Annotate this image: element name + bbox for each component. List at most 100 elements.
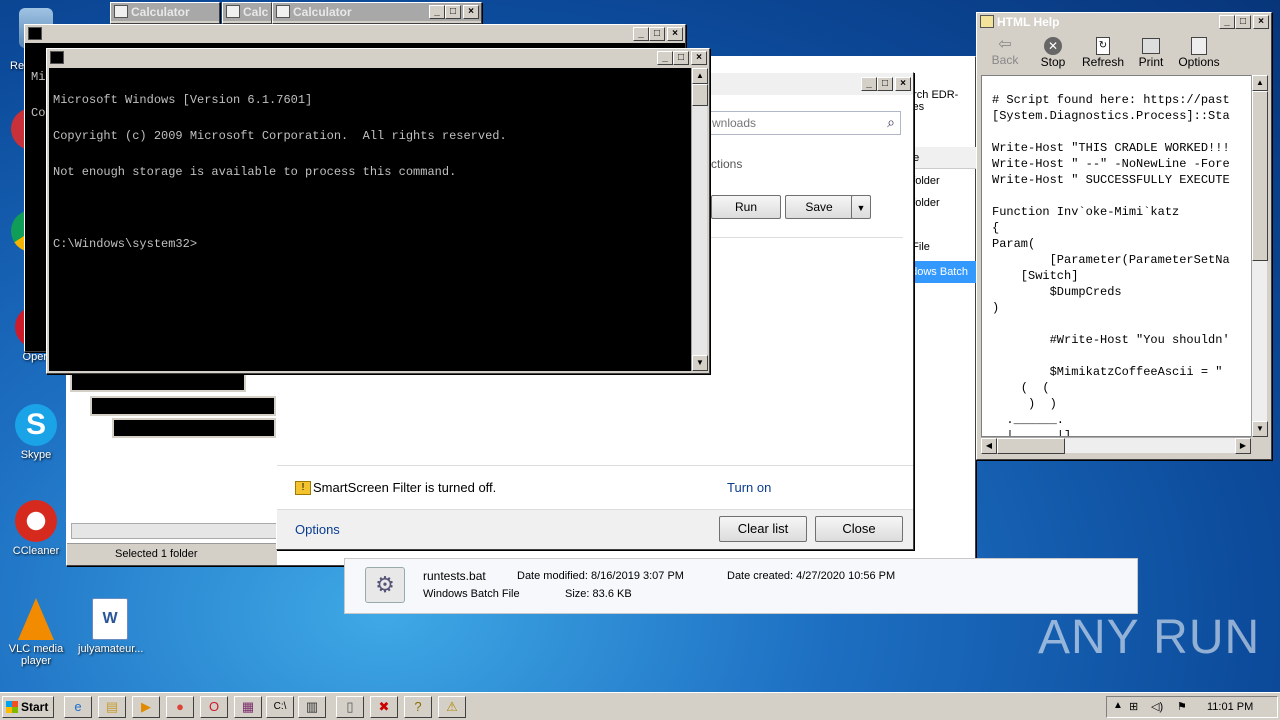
calculator-titlebar[interactable]: Calc [223,3,271,21]
close-dialog-button[interactable]: Close [815,516,903,542]
options-link[interactable]: Options [295,522,340,537]
run-button[interactable]: Run [711,195,781,219]
code-line: ( ( [992,381,1050,395]
start-button[interactable]: Start [2,696,54,718]
console-remnant [90,396,276,416]
console-remnant [70,372,246,392]
maximize-button[interactable]: □ [673,51,689,65]
ccleaner-icon [15,500,57,542]
calculator-window-1[interactable]: Calculator [110,2,220,24]
maximize-button[interactable]: □ [649,27,665,41]
network-icon[interactable]: ⊞ [1129,700,1138,713]
winrar-icon[interactable]: ▦ [234,696,262,718]
code-line: $DumpCreds [992,285,1122,299]
options-button[interactable]: Options [1177,37,1221,69]
code-line: Function Inv`oke-Mimi`katz [992,205,1180,219]
back-arrow-icon: ⇦ [998,36,1012,53]
close-button[interactable]: × [463,5,479,19]
desktop-icon-skype[interactable]: S Skype [4,404,68,461]
scroll-up-button[interactable]: ▲ [692,68,708,84]
turn-on-link[interactable]: Turn on [727,480,771,495]
minimize-button[interactable]: _ [1219,15,1235,29]
opera-icon[interactable]: O [200,696,228,718]
code-line: .______. [992,413,1065,427]
calculator-window-2[interactable]: Calc [222,2,272,24]
chevron-down-icon: ▼ [856,203,866,213]
console-icon [50,51,64,64]
scroll-down-button[interactable]: ▼ [1252,421,1268,437]
close-button[interactable]: × [1253,15,1269,29]
divider [707,237,903,238]
scroll-right-button[interactable]: ▶ [1235,438,1251,454]
explorer-column-header[interactable]: pe [903,147,977,169]
code-line: # Script found here: https://past [992,93,1230,107]
calculator-titlebar[interactable]: Calculator [111,3,219,21]
cmd-titlebar-back[interactable]: _ □ × [25,25,685,43]
minimize-button[interactable]: _ [657,51,673,65]
calculator-icon[interactable]: ▥ [298,696,326,718]
calculator-icon [226,5,240,18]
error-icon[interactable]: ✖ [370,696,398,718]
scroll-thumb[interactable] [997,438,1065,454]
cmd-window[interactable]: _ □ × Microsoft Windows [Version 6.1.760… [46,48,710,374]
maximize-button[interactable]: □ [445,5,461,19]
save-button[interactable]: Save [785,195,853,219]
desktop-icon-ccleaner[interactable]: CCleaner [4,500,68,557]
scroll-thumb[interactable] [1252,91,1268,261]
word-document-icon: W [92,598,128,640]
code-line: ) [992,301,1000,315]
desktop-icon-vlc[interactable]: VLC media player [4,598,68,667]
clock[interactable]: 11:01 PM [1207,701,1253,713]
explorer-icon[interactable]: ▤ [98,696,126,718]
scroll-down-button[interactable]: ▼ [692,355,708,371]
maximize-button[interactable]: □ [877,77,893,91]
media-player-icon[interactable]: ▶ [132,696,160,718]
volume-icon[interactable]: ◁) [1151,700,1163,713]
close-button[interactable]: × [895,77,911,91]
show-hidden-icons-icon[interactable]: ▲ [1113,700,1123,711]
close-button[interactable]: × [667,27,683,41]
html-help-titlebar[interactable]: HTML Help _ □ × [977,13,1271,31]
html-help-vscrollbar[interactable]: ▲ ▼ [1251,75,1268,437]
html-help-content[interactable]: # Script found here: https://past [System… [981,75,1253,437]
minimize-button[interactable]: _ [861,77,877,91]
print-button[interactable]: Print [1133,37,1169,69]
cmd-titlebar[interactable]: _ □ × [47,49,709,67]
save-dropdown-button[interactable]: ▼ [851,195,871,219]
cmd-output[interactable]: Microsoft Windows [Version 6.1.7601] Cop… [49,68,691,371]
document-icon[interactable]: ▯ [336,696,364,718]
cmd-icon[interactable]: C:\ [266,696,294,718]
script-source-text: # Script found here: https://past [System… [982,76,1252,436]
scroll-up-button[interactable]: ▲ [1252,75,1268,91]
clear-list-button[interactable]: Clear list [719,516,807,542]
vlc-icon [18,598,54,640]
stop-button[interactable]: ✕ Stop [1033,37,1073,69]
cmd-scrollbar[interactable]: ▲ ▼ [691,68,708,371]
html-help-window[interactable]: HTML Help _ □ × ⇦ Back ✕ Stop ↻ Refresh … [976,12,1272,460]
chrome-icon[interactable]: ● [166,696,194,718]
explorer-row-selected[interactable]: ndows Batch [903,261,977,283]
close-button[interactable]: × [691,51,707,65]
skype-icon: S [15,404,57,446]
desktop-icon-word-doc[interactable]: W julyamateur... [78,598,143,655]
help-icon[interactable]: ? [404,696,432,718]
scroll-left-button[interactable]: ◀ [981,438,997,454]
ie-icon[interactable]: e [64,696,92,718]
refresh-button[interactable]: ↻ Refresh [1081,37,1125,69]
minimize-button[interactable]: _ [429,5,445,19]
taskbar: Start e ▤ ▶ ● O ▦ C:\ ▥ ▯ ✖ ? ⚠ ▲ ⊞ ◁) ⚑… [0,692,1280,720]
scroll-thumb[interactable] [692,84,708,106]
print-icon [1142,38,1160,54]
html-help-hscrollbar[interactable]: ◀ ▶ [981,437,1251,454]
explorer-hscrollbar[interactable] [71,523,281,539]
minimize-button[interactable]: _ [633,27,649,41]
calculator-icon [114,5,128,18]
search-icon[interactable]: ⌕ [887,114,895,131]
downloads-search-input[interactable]: wnloads ⌕ [707,111,901,135]
flag-icon[interactable]: ⚑ [1177,700,1187,713]
back-button[interactable]: ⇦ Back [985,36,1025,68]
maximize-button[interactable]: □ [1235,15,1251,29]
calculator-titlebar[interactable]: Calculator _ □ × [273,3,481,21]
calculator-window-3[interactable]: Calculator _ □ × [272,2,482,24]
warning-icon[interactable]: ⚠ [438,696,466,718]
